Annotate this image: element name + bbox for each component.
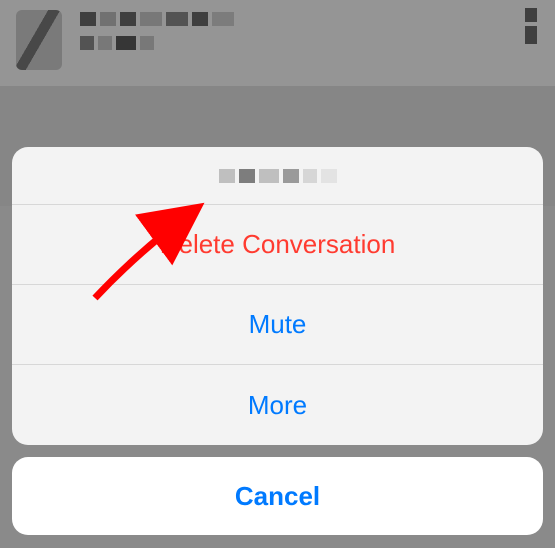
redacted-title (219, 169, 337, 183)
action-sheet-options: Delete Conversation Mute More (12, 147, 543, 445)
more-button[interactable]: More (12, 365, 543, 445)
cancel-label: Cancel (235, 481, 320, 512)
delete-conversation-button[interactable]: Delete Conversation (12, 205, 543, 285)
action-sheet-cancel-group: Cancel (12, 457, 543, 535)
action-sheet: Delete Conversation Mute More Cancel (12, 147, 543, 535)
delete-conversation-label: Delete Conversation (160, 229, 396, 260)
cancel-button[interactable]: Cancel (12, 457, 543, 535)
mute-label: Mute (249, 309, 307, 340)
mute-button[interactable]: Mute (12, 285, 543, 365)
more-label: More (248, 390, 307, 421)
action-sheet-title (12, 147, 543, 205)
